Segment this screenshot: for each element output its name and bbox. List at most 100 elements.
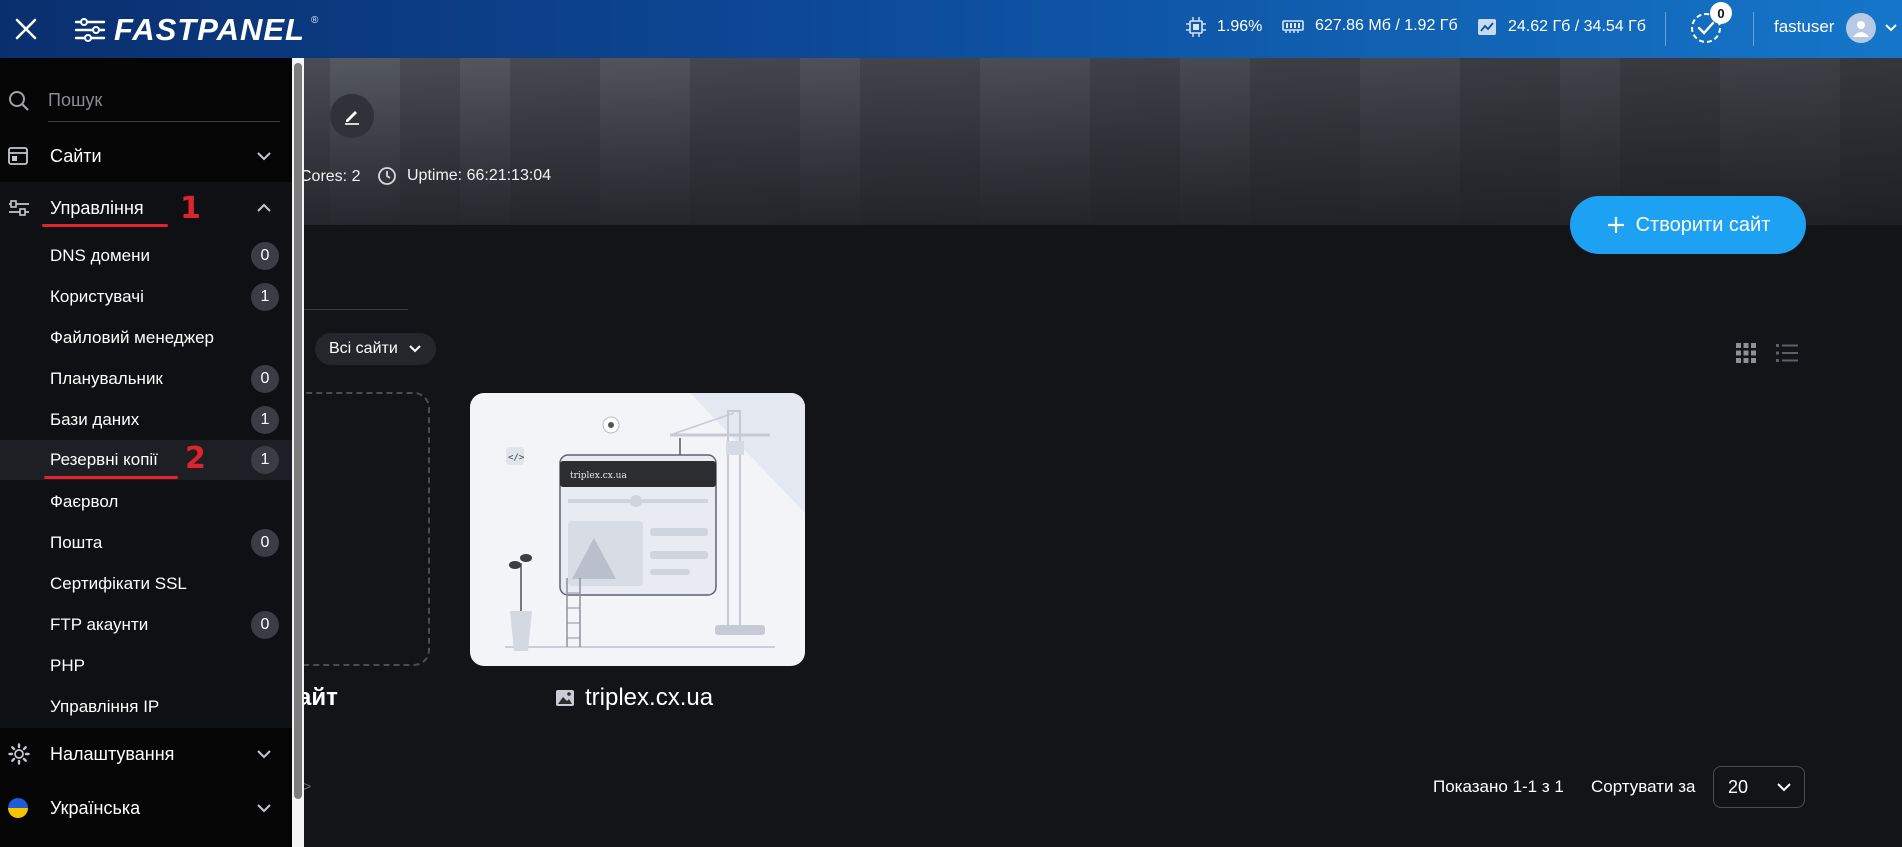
sidebar-item-ftp[interactable]: FTP акаунти 0	[0, 605, 292, 645]
sidebar-item-label: Сертифікати SSL	[50, 574, 187, 593]
image-icon	[556, 690, 574, 706]
count-badge: 0	[251, 365, 279, 393]
sidebar-item-label: Резервні копії	[50, 450, 158, 469]
count-badge: 1	[251, 446, 279, 474]
username[interactable]: fastuser	[1774, 17, 1834, 37]
sidebar-item-users[interactable]: Користувачі 1	[0, 277, 292, 317]
logo-icon	[74, 18, 106, 42]
filter-label: Всі сайти	[329, 340, 398, 357]
sidebar-item-label: Планувальник	[50, 369, 163, 388]
divider	[1753, 12, 1754, 46]
chevron-down-icon	[409, 345, 421, 353]
notification-badge: 0	[1710, 2, 1732, 24]
sidebar-search	[8, 80, 280, 122]
count-badge: 0	[251, 242, 279, 270]
ukraine-flag-icon	[8, 798, 28, 818]
close-icon	[15, 18, 37, 40]
pagination-info: Показано 1-1 з 1	[1433, 777, 1564, 796]
sidebar-item-label: Бази даних	[50, 410, 140, 429]
chevron-down-icon[interactable]	[1884, 21, 1898, 35]
sidebar-section-management[interactable]: Управління	[0, 190, 292, 226]
brand-registered-mark: ®	[311, 14, 319, 26]
sidebar-item-scheduler[interactable]: Планувальник 0	[0, 359, 292, 399]
page-size-value: 20	[1728, 776, 1749, 797]
search-input[interactable]	[48, 80, 280, 122]
grid-view-icon[interactable]	[1735, 342, 1757, 364]
sidebar-section-label: Управління	[50, 197, 144, 218]
clock-icon	[378, 167, 396, 185]
sidebar-item-file-manager[interactable]: Файловий менеджер	[0, 318, 292, 358]
site-preview-card[interactable]: triplex.cx.ua </>	[470, 393, 805, 666]
sidebar-section-language[interactable]: Українська	[0, 790, 292, 826]
annotation-number: 2	[185, 441, 206, 476]
avatar[interactable]	[1846, 13, 1876, 43]
sidebar-section-sites[interactable]: Сайти	[0, 138, 292, 174]
sidebar-section-label: Налаштування	[50, 743, 175, 764]
annotation-underline	[44, 476, 178, 479]
tab-underline	[290, 309, 408, 310]
sidebar-item-label: Пошта	[50, 533, 103, 552]
sidebar-item-php[interactable]: PHP	[0, 646, 292, 686]
ram-stat: 627.86 Мб / 1.92 Гб	[1281, 16, 1458, 36]
sidebar-section-settings[interactable]: Налаштування	[0, 736, 292, 772]
sidebar-item-label: FTP акаунти	[50, 615, 149, 634]
sidebar-item-label: PHP	[50, 656, 85, 675]
create-site-button[interactable]: Створити сайт	[1570, 196, 1806, 254]
svg-text:</>: </>	[508, 453, 525, 463]
count-badge: 1	[251, 283, 279, 311]
sidebar-item-ip[interactable]: Управління IP	[0, 687, 292, 727]
sidebar-item-backups[interactable]: Резервні копії 1	[0, 440, 292, 480]
sidebar-item-firewall[interactable]: Фаєрвол	[0, 482, 292, 522]
sidebar-item-databases[interactable]: Бази даних 1	[0, 400, 292, 440]
pencil-icon	[345, 111, 359, 125]
disk-stat: 24.62 Гб / 34.54 Гб	[1476, 16, 1646, 38]
browser-window-icon	[8, 147, 28, 165]
search-icon	[9, 91, 29, 111]
gear-icon	[8, 743, 30, 765]
brand-name: FASTPANEL	[114, 12, 305, 47]
count-badge: 0	[251, 611, 279, 639]
site-link[interactable]: triplex.cx.ua	[555, 684, 713, 712]
annotation-number: 1	[180, 191, 201, 226]
sidebar-item-label: Управління IP	[50, 697, 160, 716]
sidebar-item-label: Користувачі	[50, 287, 144, 306]
sidebar-item-dns[interactable]: DNS домени 0	[0, 236, 292, 276]
sidebar-section-label: Українська	[50, 797, 141, 818]
ram-value: 627.86 Мб / 1.92 Гб	[1315, 17, 1458, 34]
sidebar-item-ssl[interactable]: Сертифікати SSL	[0, 564, 292, 604]
divider	[1665, 12, 1666, 46]
count-badge: 0	[251, 529, 279, 557]
page-size-select[interactable]: 20	[1713, 766, 1805, 808]
edit-server-button[interactable]	[330, 94, 374, 138]
create-site-label: Створити сайт	[1635, 213, 1771, 236]
sidebar-section-label: Сайти	[50, 145, 102, 166]
cpu-icon	[1186, 17, 1206, 37]
fastpanel-logo[interactable]: FASTPANEL ®	[74, 12, 318, 48]
plus-icon	[1607, 217, 1624, 233]
chevron-down-icon	[257, 804, 271, 813]
cores-info: Cores: 2	[300, 168, 361, 185]
top-bar: FASTPANEL ® 1.96% 627.86 Мб / 1.92 Гб 24…	[0, 0, 1902, 58]
tasks-button[interactable]: 0	[1688, 2, 1732, 46]
user-icon	[1853, 21, 1869, 37]
sliders-icon	[9, 200, 29, 216]
chevron-down-icon	[1777, 783, 1791, 792]
sites-filter-dropdown[interactable]: Всі сайти	[315, 333, 436, 365]
sort-label: Сортувати за	[1591, 777, 1696, 796]
memory-icon	[1282, 20, 1304, 33]
site-under-construction-illustration: triplex.cx.ua </>	[505, 393, 805, 651]
count-badge: 1	[251, 406, 279, 434]
chevron-down-icon	[257, 750, 271, 759]
close-menu-button[interactable]	[6, 9, 46, 49]
list-view-icon[interactable]	[1775, 342, 1799, 364]
sidebar-scrollbar-thumb[interactable]	[294, 63, 302, 799]
sidebar-item-mail[interactable]: Пошта 0	[0, 523, 292, 563]
annotation-underline	[42, 224, 168, 227]
pagination-arrow[interactable]: >	[303, 778, 311, 794]
disk-value: 24.62 Гб / 34.54 Гб	[1508, 18, 1646, 35]
cpu-stat: 1.96%	[1185, 16, 1262, 38]
sidebar-item-label: DNS домени	[50, 246, 151, 265]
sidebar-item-label: Фаєрвол	[50, 492, 119, 511]
preview-domain-text: triplex.cx.ua	[570, 471, 627, 481]
disk-icon	[1478, 19, 1496, 35]
